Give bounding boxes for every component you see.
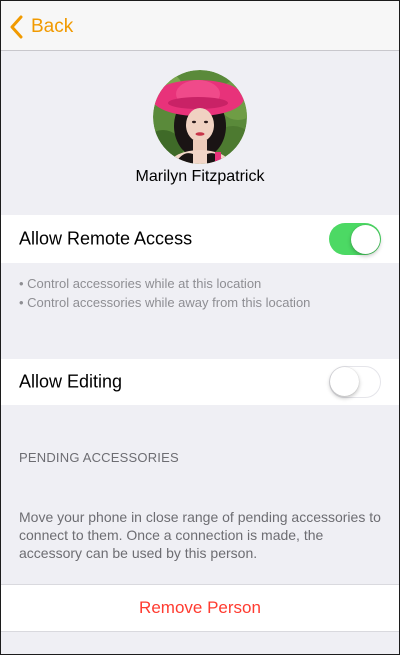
pending-accessories-description: Move your phone in close range of pendin… bbox=[19, 509, 381, 561]
back-label: Back bbox=[31, 16, 74, 37]
allow-editing-toggle[interactable] bbox=[329, 366, 381, 398]
person-settings-screen: Back Marilyn Fitzpatrick Allow Remote Ac… bbox=[0, 0, 400, 655]
toggle-knob bbox=[330, 367, 359, 396]
remove-person-button[interactable]: Remove Person bbox=[1, 598, 399, 618]
back-button[interactable]: Back bbox=[9, 13, 73, 41]
pending-accessories-header: PENDING ACCESSORIES bbox=[19, 450, 179, 465]
allow-editing-label: Allow Editing bbox=[19, 371, 123, 392]
toggle-knob bbox=[351, 224, 380, 254]
navigation-bar: Back bbox=[1, 1, 399, 51]
person-name: Marilyn Fitzpatrick bbox=[135, 168, 265, 185]
remote-access-bullets: Control accessories while at this locati… bbox=[19, 274, 310, 312]
bullet-item: Control accessories while at this locati… bbox=[19, 274, 310, 293]
chevron-left-icon bbox=[9, 15, 25, 39]
allow-remote-access-toggle[interactable] bbox=[329, 223, 381, 255]
avatar bbox=[153, 70, 247, 164]
allow-remote-access-row: Allow Remote Access bbox=[1, 215, 399, 263]
remove-person-row[interactable]: Remove Person bbox=[1, 584, 399, 632]
allow-editing-row: Allow Editing bbox=[1, 359, 399, 405]
allow-remote-access-label: Allow Remote Access bbox=[19, 228, 193, 249]
bullet-item: Control accessories while away from this… bbox=[19, 293, 310, 312]
